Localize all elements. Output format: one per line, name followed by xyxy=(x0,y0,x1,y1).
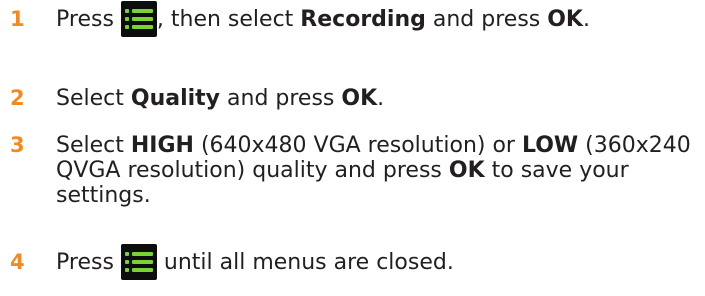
text-segment: until all menus are closed. xyxy=(156,250,454,275)
step-number: 3 xyxy=(10,133,25,157)
text-segment: . xyxy=(582,7,590,32)
step-number: 2 xyxy=(10,86,25,110)
bold-term: Quality xyxy=(130,86,221,111)
text-segment: (640x480 VGA resolution) or xyxy=(193,133,522,158)
step-text: Select HIGH (640x480 VGA resolution) or … xyxy=(56,133,696,208)
bold-term: HIGH xyxy=(130,133,194,158)
bold-term: OK xyxy=(448,158,485,183)
text-segment: and press xyxy=(220,86,342,111)
step-text: Press , then select Recording and press … xyxy=(56,1,696,37)
text-segment: Select xyxy=(56,133,131,158)
text-segment: Press xyxy=(56,250,121,275)
step-number: 1 xyxy=(10,7,25,31)
step-number: 4 xyxy=(10,250,25,274)
bold-term: OK xyxy=(341,86,378,111)
menu-icon xyxy=(120,1,157,37)
bold-term: LOW xyxy=(521,133,579,158)
step-text: Press until all menus are closed. xyxy=(56,244,696,280)
menu-icon xyxy=(120,244,157,280)
text-segment: and press xyxy=(425,7,548,32)
text-segment: , then select xyxy=(156,7,301,32)
text-segment: Select xyxy=(56,86,131,111)
step-text: Select Quality and press OK. xyxy=(56,86,696,111)
bold-term: Recording xyxy=(300,7,426,32)
text-segment: Press xyxy=(56,7,121,32)
bold-term: OK xyxy=(547,7,583,32)
text-segment: . xyxy=(377,86,385,111)
